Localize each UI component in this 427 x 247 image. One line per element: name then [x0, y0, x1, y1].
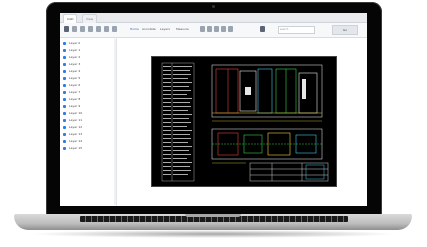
layer-icon	[63, 119, 66, 122]
layer-icon	[63, 49, 66, 52]
layer-icon	[63, 84, 66, 87]
sidebar-item[interactable]: Layer 7	[63, 90, 115, 96]
layer-icon	[63, 105, 66, 108]
sidebar-item[interactable]: Layer 15	[63, 146, 115, 152]
sidebar-item[interactable]: Layer 2	[63, 55, 115, 61]
print-icon[interactable]	[80, 26, 85, 32]
sidebar-item[interactable]: Layer 4	[63, 69, 115, 75]
line-tool-icon[interactable]	[200, 26, 205, 32]
redo-icon[interactable]	[96, 26, 101, 32]
layer-icon	[63, 133, 66, 136]
zoom-out-icon[interactable]	[112, 26, 117, 32]
save-icon[interactable]	[72, 26, 77, 32]
sidebar-item[interactable]: Layer 0	[63, 41, 115, 47]
layer-sidebar: Layer 0 Layer 1 Layer 2 Layer 3 Layer 4 …	[60, 38, 117, 206]
layer-icon	[63, 77, 66, 80]
laptop-screen: CAD View Home Annotate Layers Measure se…	[60, 13, 367, 206]
layer-icon	[63, 112, 66, 115]
layer-icon	[63, 56, 66, 59]
measure-tool-icon[interactable]	[228, 26, 233, 32]
sidebar-item[interactable]: Layer 13	[63, 132, 115, 138]
layer-icon	[63, 147, 66, 150]
sidebar-item[interactable]: Layer 14	[63, 139, 115, 145]
sidebar-item[interactable]: Layer 3	[63, 62, 115, 68]
drawing-canvas[interactable]	[118, 38, 367, 206]
layer-icon	[63, 140, 66, 143]
cad-drawing-svg	[161, 62, 329, 182]
sidebar-item[interactable]: Layer 12	[63, 125, 115, 131]
layer-icon	[63, 63, 66, 66]
tab-bar: CAD View	[60, 13, 367, 23]
laptop-notch	[185, 214, 241, 217]
sidebar-item[interactable]: Layer 8	[63, 97, 115, 103]
tab-cad[interactable]: CAD	[63, 14, 78, 23]
rect-tool-icon[interactable]	[207, 26, 212, 32]
layer-icon	[63, 126, 66, 129]
text-tool-icon[interactable]	[221, 26, 226, 32]
menu-measure[interactable]: Measure	[176, 27, 189, 31]
go-button[interactable]: Go	[332, 25, 358, 35]
menu-home[interactable]: Home	[130, 27, 139, 31]
sidebar-item[interactable]: Layer 9	[63, 104, 115, 110]
laptop-shadow	[28, 230, 398, 238]
layer-icon	[63, 98, 66, 101]
sidebar-item[interactable]: Layer 6	[63, 83, 115, 89]
layer-icon	[63, 70, 66, 73]
undo-icon[interactable]	[88, 26, 93, 32]
tab-view[interactable]: View	[82, 14, 98, 23]
camera-icon	[212, 5, 215, 8]
sidebar-item[interactable]: Layer 11	[63, 118, 115, 124]
open-file-icon[interactable]	[64, 26, 69, 32]
circle-tool-icon[interactable]	[214, 26, 219, 32]
sidebar-item[interactable]: Layer 5	[63, 76, 115, 82]
cad-drawing[interactable]	[151, 56, 337, 187]
layer-icon	[63, 91, 66, 94]
layer-icon	[63, 42, 66, 45]
sidebar-item[interactable]: Layer 10	[63, 111, 115, 117]
search-icon[interactable]	[260, 26, 265, 32]
menu-annotate[interactable]: Annotate	[142, 27, 156, 31]
toolbar: Home Annotate Layers Measure search Go	[60, 23, 367, 38]
zoom-in-icon[interactable]	[104, 26, 109, 32]
menu-layers[interactable]: Layers	[160, 27, 170, 31]
sidebar-item[interactable]: Layer 1	[63, 48, 115, 54]
search-input[interactable]: search	[278, 26, 315, 34]
sidebar-scrollbar[interactable]	[114, 39, 116, 205]
